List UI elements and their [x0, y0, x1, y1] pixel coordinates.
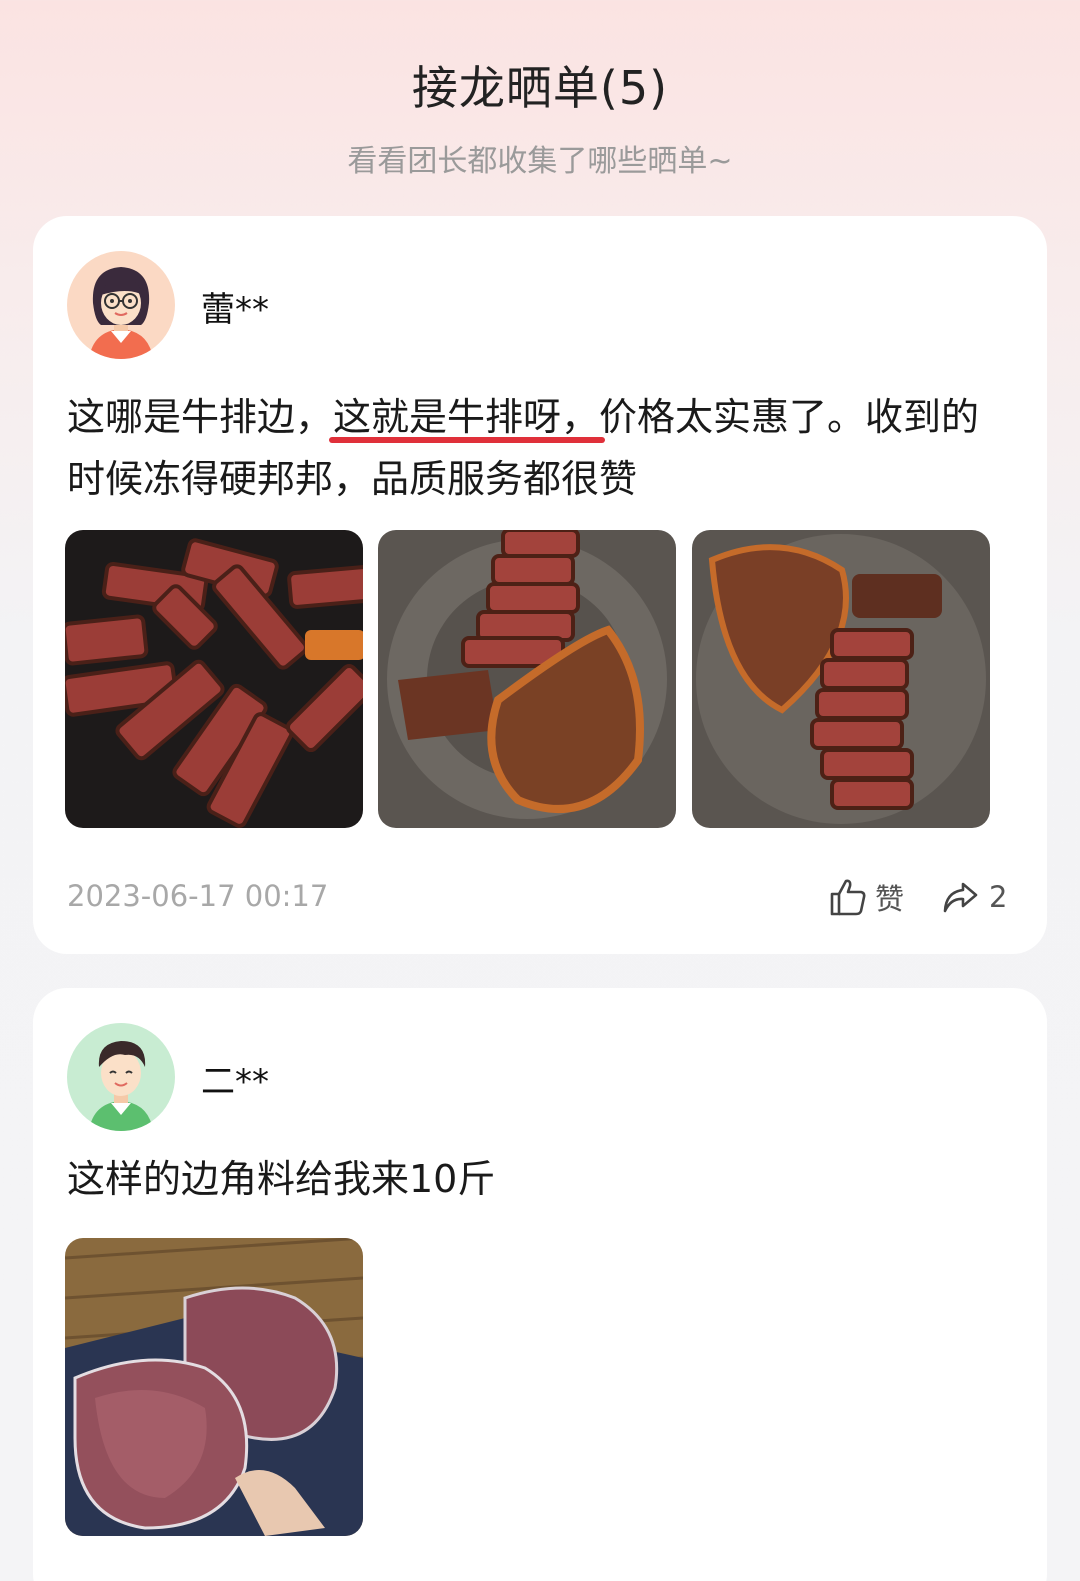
comment-text-part: 这哪是牛排边， — [67, 395, 334, 439]
avatar[interactable] — [67, 1023, 175, 1131]
post-photo[interactable] — [65, 530, 363, 828]
post-card: 蕾** 这哪是牛排边，这就是牛排呀，价格太实惠了。收到的时候冻得硬邦邦，品质服务… — [33, 216, 1047, 954]
post-photo[interactable] — [378, 530, 676, 828]
username: 二** — [201, 1062, 269, 1102]
header: 接龙晒单(5) 看看团长都收集了哪些晒单~ — [0, 0, 1080, 215]
like-label: 赞 — [875, 882, 905, 916]
share-button[interactable]: 2 — [941, 871, 1007, 923]
page-title: 接龙晒单(5) — [411, 61, 669, 115]
avatar[interactable] — [67, 251, 175, 359]
thumbs-up-icon — [830, 879, 866, 916]
post-card: 二** 这样的边角料给我来10斤 — [33, 988, 1047, 1581]
woman-avatar-icon — [67, 251, 175, 359]
post-photo[interactable] — [65, 1238, 363, 1536]
post-timestamp: 2023-06-17 00:17 — [67, 879, 329, 913]
page-subtitle: 看看团长都收集了哪些晒单~ — [347, 144, 733, 179]
man-avatar-icon — [67, 1023, 175, 1131]
comment-text: 这哪是牛排边，这就是牛排呀，价格太实惠了。收到的时候冻得硬邦邦，品质服务都很赞 — [67, 386, 1017, 510]
username: 蕾** — [201, 290, 269, 330]
share-count: 2 — [989, 880, 1008, 914]
highlighted-text: 这就是牛排呀， — [333, 395, 600, 439]
share-arrow-icon — [943, 882, 978, 913]
post-photo[interactable] — [692, 530, 990, 828]
like-button[interactable]: 赞 — [829, 871, 904, 923]
comment-text: 这样的边角料给我来10斤 — [67, 1157, 496, 1201]
